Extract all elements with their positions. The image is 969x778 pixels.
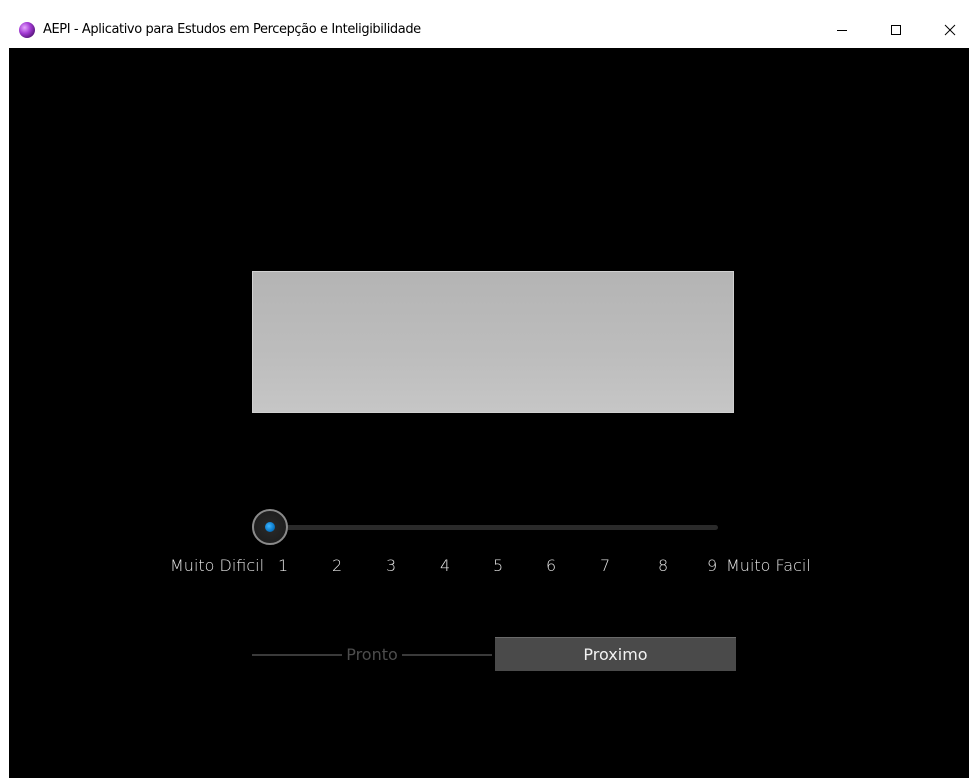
app-icon: [19, 22, 35, 38]
app-window: AEPI - Aplicativo para Estudos em Percep…: [0, 0, 969, 778]
maximize-icon: [891, 25, 901, 35]
scale-tick-7: 7: [600, 556, 611, 575]
scale-tick-1: 1: [278, 556, 289, 575]
close-button[interactable]: [927, 12, 969, 48]
scale-min-label: Muito Dificil: [170, 556, 265, 575]
minimize-button[interactable]: [819, 12, 865, 48]
pronto-button[interactable]: Pronto: [252, 637, 492, 671]
pronto-button-label: Pronto: [342, 644, 402, 664]
stimulus-panel: [252, 271, 734, 413]
maximize-button[interactable]: [873, 12, 919, 48]
slider-handle-dot: [265, 522, 275, 532]
scale-tick-2: 2: [332, 556, 343, 575]
scale-max-label: Muito Facil: [726, 556, 811, 575]
rating-slider-handle[interactable]: [252, 509, 288, 545]
scale-tick-6: 6: [546, 556, 557, 575]
window-title: AEPI - Aplicativo para Estudos em Percep…: [43, 22, 421, 37]
minimize-icon: [837, 30, 847, 31]
scale-tick-9: 9: [707, 556, 718, 575]
title-bar[interactable]: AEPI - Aplicativo para Estudos em Percep…: [9, 12, 969, 48]
proximo-button[interactable]: Proximo: [495, 637, 736, 671]
scale-tick-4: 4: [440, 556, 451, 575]
rating-slider-track[interactable]: [271, 525, 718, 530]
scale-tick-8: 8: [658, 556, 669, 575]
close-icon: [944, 24, 956, 36]
scale-tick-3: 3: [386, 556, 397, 575]
proximo-button-label: Proximo: [583, 645, 648, 664]
main-content: Muito Dificil 1 2 3 4 5 6 7 8 9 Muito Fa…: [9, 48, 969, 778]
scale-tick-5: 5: [493, 556, 504, 575]
